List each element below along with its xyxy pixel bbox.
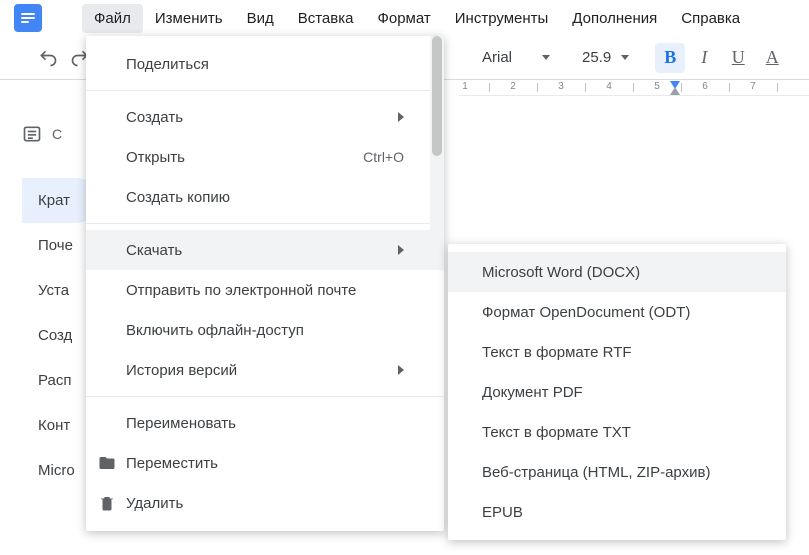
text-color-button[interactable]: A bbox=[757, 43, 787, 73]
ruler-number: 2 bbox=[510, 81, 516, 92]
outline-item[interactable]: Крат bbox=[22, 178, 92, 223]
undo-button[interactable] bbox=[32, 42, 64, 74]
download-epub[interactable]: EPUB bbox=[448, 492, 786, 532]
ruler-number: 1 bbox=[462, 81, 468, 92]
download-txt[interactable]: Текст в формате TXT bbox=[448, 412, 786, 452]
download-rtf[interactable]: Текст в формате RTF bbox=[448, 332, 786, 372]
chevron-down-icon bbox=[542, 55, 550, 60]
download-docx[interactable]: Microsoft Word (DOCX) bbox=[448, 252, 786, 292]
font-size-select[interactable]: 25.9 bbox=[576, 45, 635, 70]
shortcut-label: Ctrl+O bbox=[363, 149, 404, 165]
docs-logo[interactable] bbox=[14, 4, 42, 32]
ruler: 1 2 3 4 5 6 7 bbox=[459, 80, 809, 96]
underline-button[interactable]: U bbox=[723, 43, 753, 73]
menu-separator bbox=[86, 223, 444, 224]
menu-addons[interactable]: Дополнения bbox=[560, 4, 669, 33]
outline-title-fragment: С bbox=[52, 126, 62, 142]
bold-button[interactable]: B bbox=[655, 43, 685, 73]
menu-help[interactable]: Справка bbox=[669, 4, 752, 33]
menu-create[interactable]: Создать bbox=[86, 97, 444, 137]
menu-separator bbox=[86, 396, 444, 397]
ruler-number: 5 bbox=[654, 81, 660, 92]
file-menu-dropdown: Поделиться Создать Открыть Ctrl+O Создат… bbox=[86, 36, 444, 531]
outline-item[interactable]: Поче bbox=[22, 223, 92, 268]
download-submenu: Microsoft Word (DOCX) Формат OpenDocumen… bbox=[448, 244, 786, 540]
menu-version-history[interactable]: История версий bbox=[86, 350, 444, 390]
menu-move[interactable]: Переместить bbox=[86, 443, 444, 483]
outline-item[interactable]: Созд bbox=[22, 313, 92, 358]
ruler-number: 6 bbox=[702, 81, 708, 92]
outline-item[interactable]: Уста bbox=[22, 268, 92, 313]
menu-email[interactable]: Отправить по электронной почте bbox=[86, 270, 444, 310]
menu-open[interactable]: Открыть Ctrl+O bbox=[86, 137, 444, 177]
menu-file[interactable]: Файл bbox=[82, 4, 143, 33]
font-family-value: Arial bbox=[482, 49, 512, 66]
outline-item[interactable]: Расп bbox=[22, 358, 92, 403]
indent-marker-bottom[interactable] bbox=[670, 87, 680, 95]
menu-edit[interactable]: Изменить bbox=[143, 4, 235, 33]
menu-format[interactable]: Формат bbox=[365, 4, 442, 33]
menu-share[interactable]: Поделиться bbox=[86, 44, 444, 84]
menu-tools[interactable]: Инструменты bbox=[443, 4, 561, 33]
chevron-down-icon bbox=[621, 55, 629, 60]
ruler-number: 4 bbox=[606, 81, 612, 92]
menu-make-copy[interactable]: Создать копию bbox=[86, 177, 444, 217]
font-size-value: 25.9 bbox=[582, 49, 611, 66]
download-html[interactable]: Веб-страница (HTML, ZIP-архив) bbox=[448, 452, 786, 492]
menu-offline[interactable]: Включить офлайн-доступ bbox=[86, 310, 444, 350]
chevron-right-icon bbox=[398, 245, 404, 255]
folder-icon bbox=[98, 454, 116, 472]
outline-item[interactable]: Конт bbox=[22, 403, 92, 448]
ruler-number: 7 bbox=[750, 81, 756, 92]
menu-rename[interactable]: Переименовать bbox=[86, 403, 444, 443]
menu-separator bbox=[86, 90, 444, 91]
outline-icon bbox=[22, 124, 42, 144]
italic-button[interactable]: I bbox=[689, 43, 719, 73]
outline-panel: С Крат Поче Уста Созд Расп Конт Micro bbox=[22, 124, 92, 493]
font-family-select[interactable]: Arial bbox=[476, 45, 556, 70]
chevron-right-icon bbox=[398, 112, 404, 122]
download-pdf[interactable]: Документ PDF bbox=[448, 372, 786, 412]
ruler-number: 3 bbox=[558, 81, 564, 92]
download-odt[interactable]: Формат OpenDocument (ODT) bbox=[448, 292, 786, 332]
chevron-right-icon bbox=[398, 365, 404, 375]
trash-icon bbox=[98, 494, 116, 512]
outline-item[interactable]: Micro bbox=[22, 448, 92, 493]
menu-download[interactable]: Скачать bbox=[86, 230, 444, 270]
menu-view[interactable]: Вид bbox=[235, 4, 286, 33]
menubar: Файл Изменить Вид Вставка Формат Инструм… bbox=[0, 0, 809, 36]
menu-delete[interactable]: Удалить bbox=[86, 483, 444, 523]
menu-insert[interactable]: Вставка bbox=[286, 4, 366, 33]
